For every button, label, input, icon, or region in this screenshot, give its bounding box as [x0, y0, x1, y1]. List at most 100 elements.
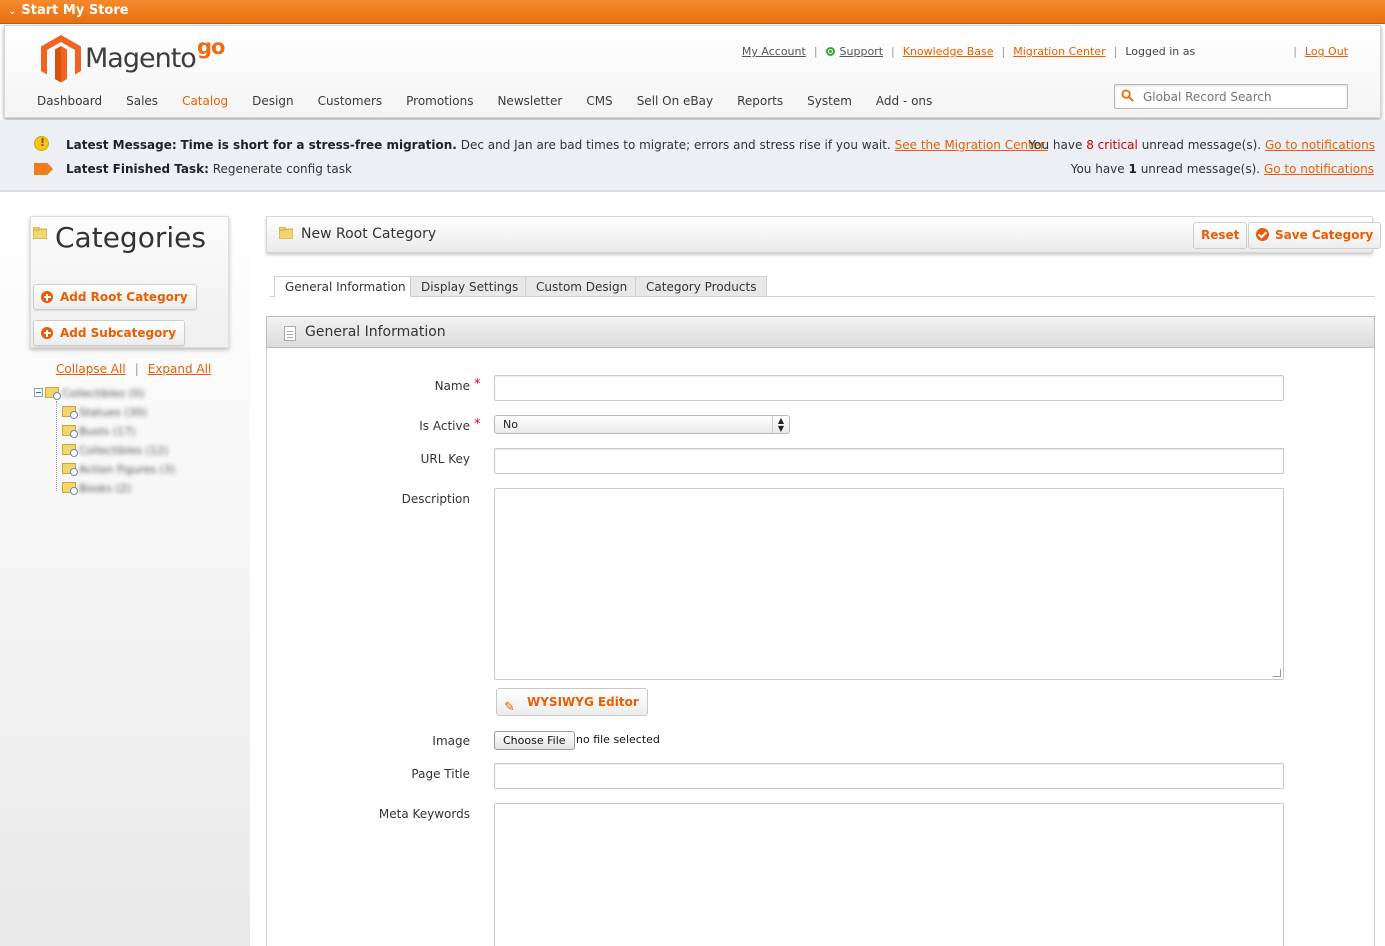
- choose-file-button[interactable]: Choose File: [494, 731, 575, 750]
- nav-sell-on-ebay[interactable]: Sell On eBay: [637, 94, 713, 108]
- critical-notifications-link[interactable]: Go to notifications: [1265, 138, 1375, 152]
- migration-center-message-link[interactable]: See the Migration Center.: [895, 138, 1048, 152]
- general-information-section-header: General Information: [266, 316, 1375, 348]
- message-bar: Latest Message: Time is short for a stre…: [0, 120, 1385, 192]
- category-folder-icon: [62, 406, 78, 419]
- header-links: My Account | Support | Knowledge Base | Migrat…: [741, 45, 1348, 58]
- critical-suffix: unread message(s).: [1141, 138, 1262, 152]
- plus-icon: [41, 291, 53, 303]
- unread-prefix: You have: [1070, 162, 1125, 176]
- my-account-link[interactable]: My Account: [742, 45, 806, 58]
- nav-reports[interactable]: Reports: [737, 94, 783, 108]
- tab-category-products[interactable]: Category Products: [635, 276, 768, 297]
- nav-design[interactable]: Design: [252, 94, 293, 108]
- tree-node[interactable]: Statues (30): [62, 406, 147, 422]
- save-category-button[interactable]: Save Category: [1248, 222, 1382, 249]
- global-search-input[interactable]: [1143, 88, 1343, 105]
- reset-button[interactable]: Reset: [1193, 222, 1248, 249]
- tree-connector: [56, 401, 57, 491]
- nav-system[interactable]: System: [807, 94, 852, 108]
- nav-cms[interactable]: CMS: [586, 94, 612, 108]
- nav-sales[interactable]: Sales: [126, 94, 158, 108]
- page-title-label: Page Title: [411, 767, 470, 781]
- magento-logo-icon: [41, 35, 81, 83]
- nav-promotions[interactable]: Promotions: [406, 94, 473, 108]
- tree-node[interactable]: Books (2): [62, 482, 131, 498]
- expand-all-link[interactable]: Expand All: [148, 362, 212, 376]
- description-label: Description: [401, 492, 470, 506]
- chevron-down-icon: ⌄: [8, 6, 17, 17]
- latest-message-label: Latest Message:: [66, 138, 177, 152]
- support-link[interactable]: Support: [840, 45, 883, 58]
- url-key-input[interactable]: [494, 448, 1284, 474]
- is-active-select[interactable]: No ▲ ▼: [494, 415, 790, 434]
- wysiwyg-editor-button[interactable]: ✎ WYSIWYG Editor: [496, 688, 648, 716]
- save-category-label: Save Category: [1275, 228, 1374, 242]
- latest-message: Latest Message: Time is short for a stre…: [66, 138, 1048, 152]
- select-arrows-icon: ▲ ▼: [772, 416, 789, 433]
- page-header: New Root Category Reset Save Category: [266, 216, 1382, 253]
- categories-sidebar: Categories Add Root Category Add Subcate…: [0, 194, 250, 946]
- is-active-label: Is Active: [419, 419, 470, 433]
- logout-link[interactable]: Log Out: [1305, 45, 1348, 58]
- tree-node[interactable]: Collectibles (12): [62, 444, 168, 460]
- category-folder-icon: [62, 444, 78, 457]
- tab-custom-design[interactable]: Custom Design: [525, 276, 639, 297]
- collapse-all-link[interactable]: Collapse All: [56, 362, 126, 376]
- tree-node-label: Collectibles (12): [79, 444, 169, 457]
- tree-node[interactable]: Action Figures (3): [62, 463, 175, 479]
- tree-node-label: Books (2): [79, 482, 132, 495]
- magento-go-logo[interactable]: Magento go: [39, 33, 239, 83]
- add-root-category-button[interactable]: Add Root Category: [33, 284, 197, 310]
- start-my-store-bar[interactable]: ⌄ Start My Store: [0, 0, 1385, 24]
- logo-wordmark: Magento: [85, 43, 197, 74]
- document-icon: [284, 326, 296, 341]
- nav-dashboard[interactable]: Dashboard: [37, 94, 102, 108]
- general-information-form: Name * Is Active * No ▲ ▼ URL Key Descrip…: [266, 348, 1375, 946]
- latest-message-text: Dec and Jan are bad times to migrate; er…: [460, 138, 891, 152]
- tree-root-node[interactable]: Collectibles (0): [34, 387, 144, 403]
- logo-go: go: [197, 35, 225, 59]
- collapse-node-icon[interactable]: [34, 388, 43, 397]
- start-my-store-label: Start My Store: [21, 3, 129, 18]
- knowledge-base-link[interactable]: Knowledge Base: [903, 45, 994, 58]
- logged-in-as-text: Logged in as: [1125, 45, 1196, 58]
- tree-node-label: Collectibles (0): [62, 387, 145, 400]
- migration-center-link[interactable]: Migration Center: [1013, 45, 1105, 58]
- unread-suffix: unread message(s).: [1140, 162, 1261, 176]
- nav-customers[interactable]: Customers: [318, 94, 383, 108]
- resize-grip-icon[interactable]: [1273, 669, 1281, 677]
- folder-icon: [33, 227, 47, 239]
- description-textarea[interactable]: [494, 488, 1284, 680]
- file-status: no file selected: [576, 733, 660, 746]
- tree-node[interactable]: Busts (17): [62, 425, 135, 441]
- tree-node-label: Statues (30): [79, 406, 147, 419]
- name-input[interactable]: [494, 375, 1284, 401]
- plus-icon: [41, 327, 53, 339]
- nav-catalog[interactable]: Catalog: [182, 94, 228, 108]
- unread-count: 1: [1128, 162, 1137, 176]
- unread-notifications-link[interactable]: Go to notifications: [1264, 162, 1374, 176]
- critical-prefix: You have: [1028, 138, 1083, 152]
- latest-task-text: Regenerate config task: [212, 162, 352, 176]
- critical-notifications: You have 8 critical unread message(s). G…: [1028, 138, 1375, 152]
- task-tag-icon: [34, 163, 53, 175]
- category-folder-icon: [62, 425, 78, 438]
- tab-general-information[interactable]: General Information: [274, 276, 417, 298]
- reset-label: Reset: [1201, 228, 1240, 242]
- tree-node-label: Action Figures (3): [79, 463, 176, 476]
- meta-keywords-textarea[interactable]: [494, 803, 1284, 946]
- tab-display-settings[interactable]: Display Settings: [410, 276, 530, 297]
- main-nav: Dashboard Sales Catalog Design Customers…: [37, 94, 956, 108]
- folder-icon: [279, 227, 293, 239]
- nav-add-ons[interactable]: Add - ons: [876, 94, 932, 108]
- nav-newsletter[interactable]: Newsletter: [497, 94, 562, 108]
- wysiwyg-label: WYSIWYG Editor: [527, 695, 639, 709]
- add-subcategory-button[interactable]: Add Subcategory: [33, 320, 186, 346]
- latest-task: Latest Finished Task: Regenerate config …: [66, 162, 352, 176]
- support-status-icon: [825, 47, 835, 56]
- categories-title: Categories: [55, 221, 206, 254]
- page-title-input[interactable]: [494, 763, 1284, 789]
- latest-message-headline: Time is short for a stress-free migratio…: [180, 138, 457, 152]
- page-title: New Root Category: [301, 226, 437, 242]
